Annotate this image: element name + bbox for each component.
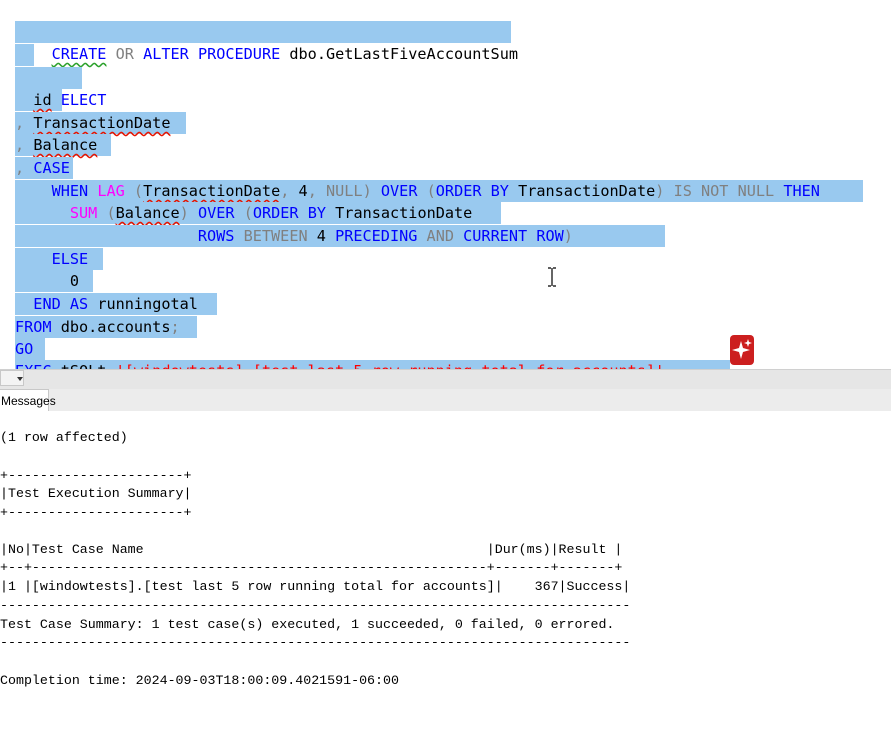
column-name: TransactionDate: [335, 204, 473, 222]
code-line-5: , TransactionDate: [15, 112, 186, 134]
alias-name: runningotal: [97, 295, 198, 313]
operator: ,: [15, 136, 25, 154]
output-line: |No|Test Case Name |Dur(ms)|Result |: [0, 542, 623, 557]
keyword: FROM: [15, 318, 52, 336]
function: SUM: [69, 204, 98, 222]
keyword: BETWEEN: [243, 227, 308, 245]
operator: ,: [280, 182, 290, 200]
output-line: Completion time: 2024-09-03T18:00:09.402…: [0, 673, 399, 688]
operator: ): [655, 182, 665, 200]
output-line: ----------------------------------------…: [0, 635, 631, 650]
operator: (: [133, 182, 144, 200]
keyword: ELSE: [51, 250, 89, 268]
number: 0: [69, 272, 80, 290]
number: 4: [298, 182, 308, 200]
output-line: (1 row affected): [0, 430, 128, 445]
code-line-1: CREATE OR ALTER PROCEDURE dbo.GetLastFiv…: [15, 21, 518, 63]
column-name: Balance: [33, 136, 98, 154]
output-line: +----------------------+: [0, 468, 192, 483]
procedure-name: dbo.GetLastFiveAccountSum: [289, 45, 518, 63]
tab-messages-label: Messages: [1, 394, 56, 408]
code-line-2: AS: [15, 44, 70, 86]
keyword: GO: [15, 340, 34, 358]
code-line-13: END AS runningotal: [15, 293, 217, 315]
output-line: |1 |[windowtests].[test last 5 row runni…: [0, 579, 631, 594]
keyword: OVER: [380, 182, 418, 200]
keyword: ALTER: [143, 45, 189, 63]
keyword: CASE: [33, 159, 70, 177]
code-line-10: ROWS BETWEEN 4 PRECEDING AND CURRENT ROW…: [15, 225, 665, 247]
code-line-4: id: [15, 89, 62, 111]
operator: (: [243, 204, 253, 222]
operator: ): [362, 182, 372, 200]
keyword: END: [33, 295, 61, 313]
keyword: NOT: [701, 182, 729, 200]
keyword: CURRENT: [463, 227, 528, 245]
operator: ,: [15, 114, 25, 132]
keyword: ORDER BY: [435, 182, 509, 200]
column-name: Balance: [115, 204, 180, 222]
keyword: ROWS: [197, 227, 235, 245]
code-line-14: FROM dbo.accounts;: [15, 316, 197, 338]
text-cursor-icon: [548, 267, 556, 287]
zoom-dropdown[interactable]: [0, 370, 24, 386]
keyword: PRECEDING: [335, 227, 418, 245]
keyword: AS: [69, 295, 89, 313]
messages-output: (1 row affected) +----------------------…: [0, 411, 891, 749]
query-editor[interactable]: CREATE OR ALTER PROCEDURE dbo.GetLastFiv…: [0, 0, 891, 370]
keyword: ROW: [536, 227, 564, 245]
output-line: +--+------------------------------------…: [0, 560, 623, 575]
operator: ): [179, 204, 189, 222]
keyword: OR: [115, 45, 134, 63]
chevron-down-icon: [17, 377, 23, 381]
table-name: dbo.accounts: [60, 318, 171, 336]
column-name: TransactionDate: [33, 114, 171, 132]
code-line-3: SELECT: [15, 67, 106, 109]
code-line-6: , Balance: [15, 134, 111, 156]
keyword: CREATE: [51, 45, 107, 63]
column-name: TransactionDate: [143, 182, 281, 200]
keyword: WHEN: [51, 182, 89, 200]
code-line-9: SUM (Balance) OVER (ORDER BY Transaction…: [15, 202, 501, 224]
keyword: THEN: [783, 182, 820, 200]
operator: ,: [15, 159, 25, 177]
output-line: +----------------------+: [0, 505, 192, 520]
operator: ): [563, 227, 573, 245]
output-line: |Test Execution Summary|: [0, 486, 192, 501]
output-line: ----------------------------------------…: [0, 598, 631, 613]
results-tab-strip: Messages: [0, 389, 891, 412]
function: LAG: [97, 182, 125, 200]
code-line-8: WHEN LAG (TransactionDate, 4, NULL) OVER…: [15, 180, 863, 202]
operator: ;: [170, 318, 180, 336]
column-name: TransactionDate: [518, 182, 656, 200]
column-name: id: [33, 91, 52, 109]
keyword: PROCEDURE: [197, 45, 281, 63]
pane-splitter[interactable]: [0, 369, 891, 389]
operator: (: [106, 204, 116, 222]
number: 4: [316, 227, 326, 245]
code-line-7: , CASE: [15, 157, 73, 179]
code-line-11: ELSE: [15, 248, 103, 270]
code-line-15: GO: [15, 338, 45, 360]
keyword: NULL: [326, 182, 363, 200]
tab-messages[interactable]: Messages: [0, 389, 56, 411]
keyword: NULL: [737, 182, 775, 200]
keyword: ORDER BY: [252, 204, 326, 222]
operator: ,: [307, 182, 317, 200]
output-line: Test Case Summary: 1 test case(s) execut…: [0, 617, 615, 632]
keyword: OVER: [197, 204, 235, 222]
code-line-12: 0: [15, 270, 93, 292]
keyword: AND: [426, 227, 454, 245]
keyword: IS: [673, 182, 692, 200]
operator: (: [426, 182, 436, 200]
sparkle-badge-icon[interactable]: [730, 335, 754, 365]
